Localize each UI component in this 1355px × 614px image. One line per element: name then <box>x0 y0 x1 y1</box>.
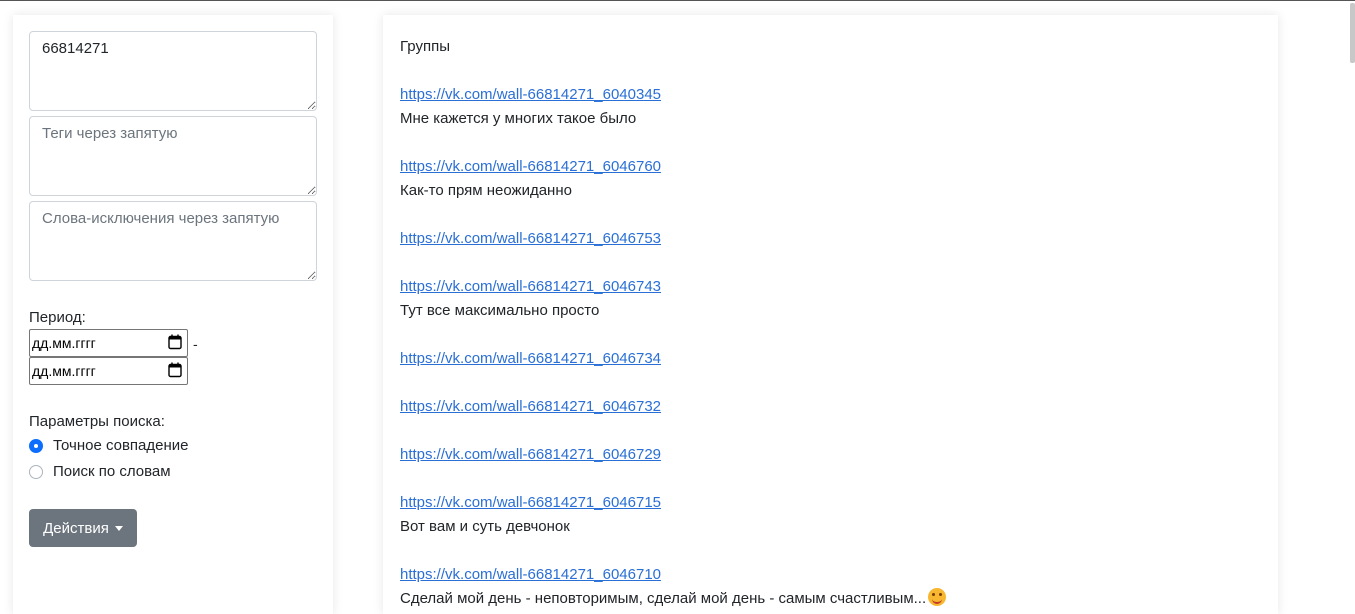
posts-container: https://vk.com/wall-66814271_6040345 Мне … <box>400 83 1260 611</box>
post-item: https://vk.com/wall-66814271_6046753 <box>400 227 1260 251</box>
smiling-face-with-hearts-icon <box>928 588 947 606</box>
post-link[interactable]: https://vk.com/wall-66814271_6046760 <box>400 155 1260 179</box>
post-item: https://vk.com/wall-66814271_6046710 Сдел… <box>400 563 1260 611</box>
exclude-words-input[interactable] <box>29 201 317 281</box>
post-link[interactable]: https://vk.com/wall-66814271_6046732 <box>400 395 1260 419</box>
post-item: https://vk.com/wall-66814271_6040345 Мне … <box>400 83 1260 131</box>
post-text: Сделай мой день - неповторимым, сделай м… <box>400 587 1260 611</box>
date-from-input[interactable]: дд.мм.гггг <box>29 329 188 357</box>
radio-exact-match-control[interactable] <box>29 438 43 453</box>
post-text-content: Вот вам и суть девчонок <box>400 518 570 535</box>
page-scrollbar[interactable] <box>1350 3 1355 63</box>
search-form-panel: Период: дд.мм.гггг - дд.мм.гггг Параметр… <box>13 15 333 614</box>
post-text-content: Как-то прям неожиданно <box>400 182 572 199</box>
actions-dropdown-button[interactable]: Действия <box>29 509 137 547</box>
post-item: https://vk.com/wall-66814271_6046715 Вот … <box>400 491 1260 539</box>
post-item: https://vk.com/wall-66814271_6046734 <box>400 347 1260 371</box>
post-link[interactable]: https://vk.com/wall-66814271_6046729 <box>400 443 1260 467</box>
date-to-input[interactable]: дд.мм.гггг <box>29 357 188 385</box>
post-item: https://vk.com/wall-66814271_6046760 Как-… <box>400 155 1260 203</box>
calendar-icon[interactable] <box>168 362 182 378</box>
radio-exact-match-label[interactable]: Точное совпадение <box>53 437 189 454</box>
group-id-input[interactable] <box>29 31 317 111</box>
radio-word-search-label[interactable]: Поиск по словам <box>53 463 171 480</box>
results-heading: Группы <box>400 38 450 55</box>
post-text-content: Мне кажется у многих такое было <box>400 110 637 127</box>
post-text: Как-то прям неожиданно <box>400 179 1260 203</box>
window-top-border <box>0 0 1355 1</box>
post-link[interactable]: https://vk.com/wall-66814271_6046715 <box>400 491 1260 515</box>
post-link[interactable]: https://vk.com/wall-66814271_6046710 <box>400 563 1260 587</box>
post-link[interactable]: https://vk.com/wall-66814271_6040345 <box>400 83 1260 107</box>
results-panel: Группы https://vk.com/wall-66814271_6040… <box>383 15 1278 614</box>
actions-button-label: Действия <box>43 519 109 537</box>
search-params-label: Параметры поиска: <box>29 413 165 430</box>
calendar-icon[interactable] <box>168 334 182 350</box>
date-to-placeholder: дд.мм.гггг <box>32 363 96 379</box>
date-from-placeholder: дд.мм.гггг <box>32 335 96 351</box>
radio-word-search-control[interactable] <box>29 464 43 479</box>
tags-input[interactable] <box>29 116 317 196</box>
caret-down-icon <box>114 525 123 531</box>
post-text-content: Сделай мой день - неповторимым, сделай м… <box>400 590 927 607</box>
post-text: Тут все максимально просто <box>400 299 1260 323</box>
period-label: Период: <box>29 309 86 326</box>
post-text-content: Тут все максимально просто <box>400 302 600 319</box>
post-text: Вот вам и суть девчонок <box>400 515 1260 539</box>
date-separator: - <box>193 336 198 352</box>
results-list: Группы https://vk.com/wall-66814271_6040… <box>400 35 1260 614</box>
post-link[interactable]: https://vk.com/wall-66814271_6046753 <box>400 227 1260 251</box>
post-item: https://vk.com/wall-66814271_6046729 <box>400 443 1260 467</box>
radio-exact-match[interactable]: Точное совпадение <box>29 437 189 454</box>
post-item: https://vk.com/wall-66814271_6046743 Тут … <box>400 275 1260 323</box>
radio-word-search[interactable]: Поиск по словам <box>29 463 171 480</box>
post-link[interactable]: https://vk.com/wall-66814271_6046743 <box>400 275 1260 299</box>
post-item: https://vk.com/wall-66814271_6046732 <box>400 395 1260 419</box>
post-link[interactable]: https://vk.com/wall-66814271_6046734 <box>400 347 1260 371</box>
post-text: Мне кажется у многих такое было <box>400 107 1260 131</box>
